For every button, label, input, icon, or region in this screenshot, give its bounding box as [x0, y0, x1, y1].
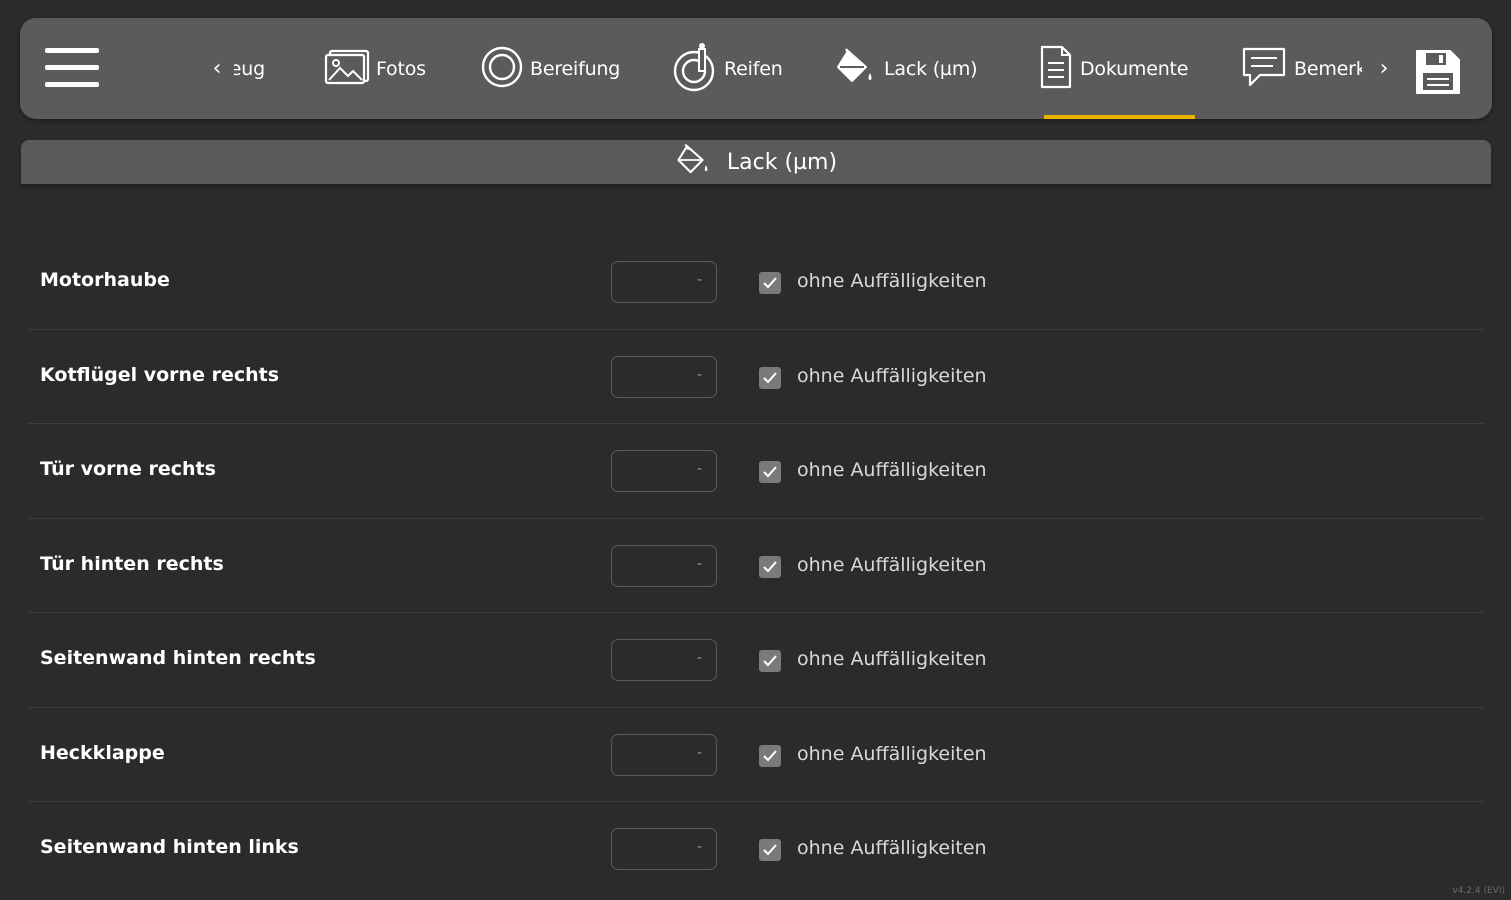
active-tab-indicator [1044, 115, 1195, 119]
checkbox-label: ohne Auffälligkeiten [797, 837, 987, 859]
tab-label: Bemerkungen [1294, 57, 1362, 80]
ok-checkbox[interactable] [759, 839, 781, 861]
thickness-dropdown[interactable]: - [611, 355, 717, 398]
tab-label: Fotos [376, 57, 426, 80]
checkmark-icon [763, 277, 777, 289]
section-title: Lack (µm) [726, 149, 838, 175]
checkbox-label: ohne Auffälligkeiten [797, 459, 987, 481]
checkmark-icon [763, 844, 777, 856]
part-name: Heckklappe [40, 741, 165, 764]
list-item: Seitenwand hinten rechts - ohne Auffälli… [28, 613, 1484, 708]
checkbox-label: ohne Auffälligkeiten [797, 553, 987, 576]
image-icon [324, 49, 370, 89]
ok-checkbox[interactable] [759, 272, 781, 294]
thickness-dropdown[interactable]: - [611, 544, 717, 587]
tab-dokumente[interactable]: Dokumente [1038, 18, 1188, 119]
tab-lack[interactable]: Lack (µm) [834, 18, 978, 119]
part-name: Seitenwand hinten rechts [40, 647, 316, 669]
thickness-dropdown[interactable]: - [611, 639, 717, 681]
dropdown-value: - [696, 555, 702, 572]
hamburger-menu-icon[interactable] [45, 48, 99, 88]
dropdown-value: - [696, 366, 702, 383]
checkbox-label: ohne Auffälligkeiten [797, 364, 987, 387]
list-item: Motorhaube - ohne Auffälligkeiten [28, 235, 1484, 330]
checkbox-label: ohne Auffälligkeiten [797, 742, 987, 765]
thickness-dropdown[interactable]: - [611, 733, 717, 776]
part-name: Kotflügel vorne rechts [40, 363, 280, 386]
tab-fahrzeug[interactable]: zeug [234, 18, 279, 119]
part-name: Motorhaube [40, 269, 170, 291]
checkbox-label: ohne Auffälligkeiten [797, 270, 987, 292]
checkmark-icon [763, 749, 777, 761]
part-name: Seitenwand hinten links [40, 836, 299, 858]
dropdown-value: - [696, 744, 702, 761]
ok-checkbox[interactable] [759, 366, 781, 389]
dropdown-value: - [696, 839, 702, 855]
paint-bucket-icon [675, 142, 713, 182]
tab-label: Bereifung [530, 57, 621, 80]
checkbox-label: ohne Auffälligkeiten [797, 648, 987, 670]
list-item: Seitenwand hinten links - ohne Auffällig… [28, 802, 1484, 897]
section-header: Lack (µm) [21, 140, 1491, 184]
checkmark-icon [763, 560, 777, 572]
paint-bucket-icon [834, 47, 878, 91]
thickness-dropdown[interactable]: - [611, 450, 717, 492]
ok-checkbox[interactable] [759, 461, 781, 483]
list-item: Heckklappe - ohne Auffälligkeiten [28, 708, 1484, 802]
tab-reifen[interactable]: Reifen [672, 18, 783, 119]
document-icon [1038, 45, 1074, 93]
checkmark-icon [763, 655, 777, 667]
tire-gauge-icon [672, 41, 718, 97]
top-toolbar: ‹ zeug Fotos Ber [20, 18, 1492, 119]
dropdown-value: - [696, 461, 702, 477]
dropdown-value: - [696, 650, 702, 666]
tab-label: Reifen [724, 57, 783, 80]
thickness-dropdown[interactable]: - [611, 828, 717, 870]
tab-label: Lack (µm) [884, 57, 978, 80]
save-icon[interactable] [1414, 48, 1462, 96]
part-name: Tür hinten rechts [40, 552, 224, 575]
list-item: Tür hinten rechts - ohne Auffälligkeiten [28, 519, 1484, 613]
part-name: Tür vorne rechts [40, 458, 216, 480]
list-item: Kotflügel vorne rechts - ohne Auffälligk… [28, 330, 1484, 424]
list-item: Tür vorne rechts - ohne Auffälligkeiten [28, 424, 1484, 519]
ok-checkbox[interactable] [759, 744, 781, 767]
tab-strip: zeug Fotos Bereifung [234, 18, 1362, 119]
tab-bereifung[interactable]: Bereifung [480, 18, 620, 119]
tabs-prev-arrow-icon[interactable]: ‹ [207, 54, 227, 84]
dropdown-value: - [696, 272, 702, 288]
tab-fotos[interactable]: Fotos [324, 18, 426, 119]
tabs-next-arrow-icon[interactable]: › [1374, 54, 1394, 84]
checkmark-icon [763, 371, 777, 383]
thickness-dropdown[interactable]: - [611, 261, 717, 303]
tab-label: zeug [234, 57, 265, 80]
checkmark-icon [763, 466, 777, 478]
paint-measurement-list: Motorhaube - ohne Auffälligkeiten Kotflü… [28, 235, 1484, 897]
ok-checkbox[interactable] [759, 555, 781, 578]
tire-ring-icon [480, 45, 524, 93]
tab-label: Dokumente [1080, 57, 1189, 80]
tab-bemerkungen[interactable]: Bemerkungen [1240, 18, 1362, 119]
version-label: v4.2.4 (EVI) [1452, 886, 1505, 896]
ok-checkbox[interactable] [759, 650, 781, 672]
comment-icon [1240, 45, 1288, 93]
